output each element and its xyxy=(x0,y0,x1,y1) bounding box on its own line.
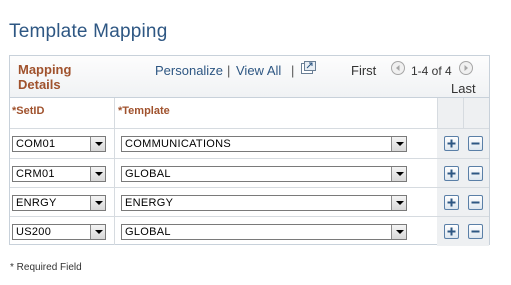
chevron-down-icon[interactable] xyxy=(90,137,105,151)
plus-icon xyxy=(447,169,456,178)
nav-separator: | xyxy=(227,63,231,78)
setid-value: COM01 xyxy=(16,138,56,150)
column-header-template: *Template xyxy=(118,105,170,117)
setid-select[interactable]: COM01 xyxy=(12,136,106,152)
setid-value: ENRGY xyxy=(16,197,57,209)
template-select[interactable]: GLOBAL xyxy=(121,166,407,182)
mapping-details-grid: Mapping Details Personalize | View All |… xyxy=(9,55,490,246)
chevron-down-icon[interactable] xyxy=(90,225,105,239)
template-value: GLOBAL xyxy=(125,168,171,180)
plus-icon xyxy=(447,139,456,148)
chevron-down-icon[interactable] xyxy=(391,137,406,151)
template-value: GLOBAL xyxy=(125,226,171,238)
page-title: Template Mapping xyxy=(9,21,168,42)
chevron-down-icon[interactable] xyxy=(391,167,406,181)
add-row-button[interactable] xyxy=(444,224,459,239)
table-row: US200 GLOBAL xyxy=(10,217,489,246)
minus-icon xyxy=(471,201,480,204)
setid-select[interactable]: ENRGY xyxy=(12,195,106,211)
table-row: CRM01 GLOBAL xyxy=(10,159,489,188)
required-field-note: * Required Field xyxy=(10,262,82,273)
template-select[interactable]: GLOBAL xyxy=(121,224,407,240)
last-link[interactable]: Last xyxy=(451,81,476,96)
first-link[interactable]: First xyxy=(351,63,376,78)
setid-value: CRM01 xyxy=(16,168,55,180)
add-row-button[interactable] xyxy=(444,195,459,210)
add-row-button[interactable] xyxy=(444,166,459,181)
chevron-down-icon[interactable] xyxy=(90,167,105,181)
grid-title: Mapping Details xyxy=(18,62,72,92)
zoom-icon[interactable] xyxy=(301,61,316,74)
next-arrow-icon[interactable] xyxy=(459,61,473,75)
delete-row-button[interactable] xyxy=(468,166,483,181)
add-row-button[interactable] xyxy=(444,136,459,151)
setid-value: US200 xyxy=(16,226,52,238)
setid-select[interactable]: US200 xyxy=(12,224,106,240)
template-select[interactable]: ENERGY xyxy=(121,195,407,211)
delete-row-button[interactable] xyxy=(468,195,483,210)
plus-icon xyxy=(447,227,456,236)
template-select[interactable]: COMMUNICATIONS xyxy=(121,136,407,152)
row-range: 1-4 of 4 xyxy=(411,64,452,78)
chevron-down-icon[interactable] xyxy=(90,196,105,210)
grid-header: Mapping Details Personalize | View All |… xyxy=(10,56,489,98)
plus-icon xyxy=(447,198,456,207)
minus-icon xyxy=(471,142,480,145)
setid-select[interactable]: CRM01 xyxy=(12,166,106,182)
minus-icon xyxy=(471,230,480,233)
minus-icon xyxy=(471,172,480,175)
template-value: COMMUNICATIONS xyxy=(125,138,232,150)
chevron-down-icon[interactable] xyxy=(391,196,406,210)
delete-row-button[interactable] xyxy=(468,136,483,151)
previous-arrow-icon[interactable] xyxy=(391,61,405,75)
view-all-link[interactable]: View All xyxy=(236,63,281,78)
template-value: ENERGY xyxy=(125,197,174,209)
table-row: COM01 COMMUNICATIONS xyxy=(10,129,489,158)
table-row: ENRGY ENERGY xyxy=(10,188,489,217)
nav-separator: | xyxy=(291,63,295,78)
column-header-setid: *SetID xyxy=(12,105,45,117)
delete-row-button[interactable] xyxy=(468,224,483,239)
chevron-down-icon[interactable] xyxy=(391,225,406,239)
personalize-link[interactable]: Personalize xyxy=(155,63,223,78)
